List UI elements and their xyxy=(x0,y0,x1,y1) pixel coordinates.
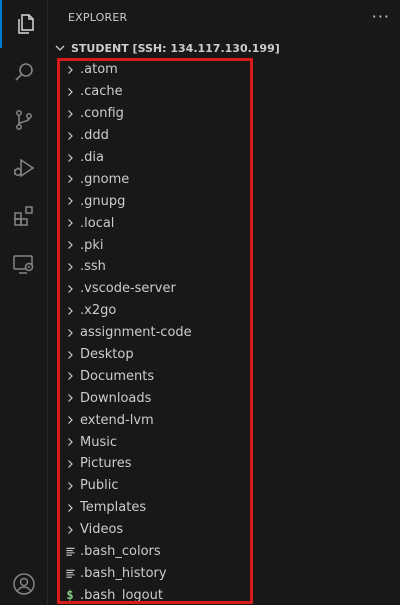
tree-folder[interactable]: .gnupg xyxy=(48,190,400,212)
tree-folder[interactable]: .atom xyxy=(48,59,400,81)
tree-folder[interactable]: .x2go xyxy=(48,300,400,322)
chevron-right-icon xyxy=(62,150,78,166)
chevron-right-icon xyxy=(62,193,78,209)
shell-file-icon: $ xyxy=(62,587,78,603)
explorer-sidebar: EXPLORER ··· STUDENT [SSH: 134.117.130.1… xyxy=(48,0,400,605)
extensions-icon xyxy=(13,206,33,226)
chevron-right-icon xyxy=(62,281,78,297)
tree-folder[interactable]: .dia xyxy=(48,147,400,169)
tree-item-label: .dia xyxy=(80,150,104,165)
text-file-icon xyxy=(62,544,78,560)
text-file-icon xyxy=(62,565,78,581)
shell-file-glyph: $ xyxy=(66,588,74,603)
activity-extensions[interactable] xyxy=(0,192,47,240)
chevron-down-icon xyxy=(55,45,65,51)
tree-folder[interactable]: .ssh xyxy=(48,256,400,278)
tree-item-label: .ssh xyxy=(80,259,106,275)
tree-folder[interactable]: .pki xyxy=(48,234,400,256)
tree-folder[interactable]: Desktop xyxy=(48,344,400,366)
tree-file[interactable]: .bash_colors xyxy=(48,541,400,563)
tree-folder[interactable]: Music xyxy=(48,431,400,453)
tree-item-label: .atom xyxy=(80,62,118,78)
tree-item-label: .vscode-server xyxy=(80,281,176,297)
chevron-right-icon xyxy=(62,522,78,538)
tree-folder[interactable]: assignment-code xyxy=(48,322,400,344)
remote-explorer-icon xyxy=(12,255,33,274)
tree-folder[interactable]: Videos xyxy=(48,519,400,541)
tree-folder[interactable]: .vscode-server xyxy=(48,278,400,300)
tree-item-label: .cache xyxy=(80,84,123,100)
vscode-window: EXPLORER ··· STUDENT [SSH: 134.117.130.1… xyxy=(0,0,400,605)
activity-accounts[interactable] xyxy=(0,560,47,605)
chevron-right-icon xyxy=(62,500,78,516)
tree-item-label: .local xyxy=(80,215,115,231)
more-actions-button[interactable]: ··· xyxy=(372,6,390,28)
chevron-right-icon xyxy=(62,303,78,319)
file-tree: .atom .cache .config .ddd .dia .gnome .gnupg .l… xyxy=(48,59,400,605)
activity-run-debug[interactable] xyxy=(0,144,47,192)
tree-item-label: .ddd xyxy=(80,128,109,144)
tree-item-label: .config xyxy=(80,106,124,122)
chevron-right-icon xyxy=(62,84,78,100)
workspace-title: STUDENT [SSH: 134.117.130.199] xyxy=(71,41,280,55)
chevron-right-icon xyxy=(62,62,78,78)
chevron-right-icon xyxy=(62,215,78,231)
chevron-right-icon xyxy=(62,237,78,253)
workspace-section-header[interactable]: STUDENT [SSH: 134.117.130.199] xyxy=(52,38,280,58)
activity-remote-explorer[interactable] xyxy=(0,240,47,288)
chevron-right-icon xyxy=(62,325,78,341)
chevron-right-icon xyxy=(62,456,78,472)
tree-item-label: Music xyxy=(80,434,117,450)
files-icon xyxy=(17,14,34,34)
tree-item-label: .x2go xyxy=(80,303,117,319)
tree-item-label: .pki xyxy=(80,237,104,253)
run-debug-icon xyxy=(13,158,34,178)
activity-search[interactable] xyxy=(0,48,47,96)
tree-item-label: .bash_logout xyxy=(80,587,163,603)
activity-explorer[interactable] xyxy=(0,0,47,48)
tree-item-label: Templates xyxy=(80,500,147,516)
chevron-right-icon xyxy=(62,106,78,122)
tree-item-label: extend-lvm xyxy=(80,412,154,428)
tree-item-label: .bash_colors xyxy=(80,544,161,560)
chevron-right-icon xyxy=(62,347,78,363)
tree-folder[interactable]: .ddd xyxy=(48,125,400,147)
tree-folder[interactable]: extend-lvm xyxy=(48,409,400,431)
sidebar-title: EXPLORER xyxy=(68,11,128,24)
activity-source-control[interactable] xyxy=(0,96,47,144)
tree-file[interactable]: $ .bash_logout xyxy=(48,584,400,605)
tree-folder[interactable]: Templates xyxy=(48,497,400,519)
tree-file[interactable]: .bash_history xyxy=(48,562,400,584)
tree-item-label: .gnupg xyxy=(80,193,126,209)
tree-item-label: Pictures xyxy=(80,456,132,472)
tree-item-label: .gnome xyxy=(80,171,130,187)
tree-item-label: Downloads xyxy=(80,390,152,406)
tree-folder[interactable]: Downloads xyxy=(48,387,400,409)
tree-folder[interactable]: .gnome xyxy=(48,168,400,190)
tree-item-label: Public xyxy=(80,478,119,494)
tree-folder[interactable]: .local xyxy=(48,212,400,234)
tree-folder[interactable]: Pictures xyxy=(48,453,400,475)
chevron-right-icon xyxy=(62,478,78,494)
tree-item-label: Documents xyxy=(80,368,155,384)
tree-item-label: Desktop xyxy=(80,347,134,363)
search-icon xyxy=(14,63,33,81)
source-control-icon xyxy=(15,110,32,130)
tree-folder[interactable]: Documents xyxy=(48,365,400,387)
tree-item-label: Videos xyxy=(80,522,124,538)
tree-folder[interactable]: .config xyxy=(48,103,400,125)
tree-item-label: assignment-code xyxy=(80,325,192,341)
tree-folder[interactable]: Public xyxy=(48,475,400,497)
chevron-right-icon xyxy=(62,259,78,275)
tree-item-label: .bash_history xyxy=(80,565,167,581)
chevron-right-icon xyxy=(62,390,78,406)
chevron-right-icon xyxy=(62,171,78,187)
account-icon xyxy=(12,573,35,595)
chevron-right-icon xyxy=(62,434,78,450)
chevron-right-icon xyxy=(62,128,78,144)
tree-folder[interactable]: .cache xyxy=(48,81,400,103)
chevron-right-icon xyxy=(62,412,78,428)
activity-bar xyxy=(0,0,48,605)
chevron-right-icon xyxy=(62,368,78,384)
